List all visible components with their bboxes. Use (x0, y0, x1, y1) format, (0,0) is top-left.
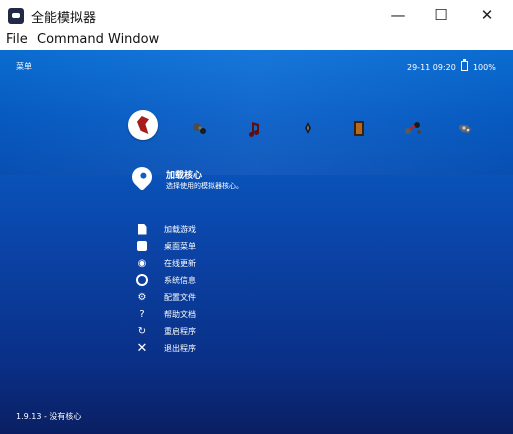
restart-icon: ↻ (137, 325, 147, 337)
version-status: 1.9.13 - 没有核心 (16, 412, 82, 421)
menu-item-help-docs[interactable]: ? 帮助文档 (136, 306, 356, 322)
menu-item-config-file[interactable]: ⚙ 配置文件 (136, 289, 356, 305)
menu-command[interactable]: Command (37, 32, 104, 47)
menu-item-online-update[interactable]: ◉ 在线更新 (136, 255, 356, 271)
menu-item-label: 在线更新 (164, 258, 196, 268)
menu-item-restart[interactable]: ↻ 重启程序 (136, 323, 356, 339)
menu-header-label: 菜单 (16, 62, 32, 71)
music-category-icon[interactable] (242, 116, 266, 140)
app-logo-icon (8, 8, 24, 24)
menu-item-system-info[interactable]: 系统信息 (136, 272, 356, 288)
window-title: 全能模拟器 (31, 11, 97, 26)
battery-icon (461, 59, 469, 71)
main-category-icon[interactable] (128, 110, 158, 140)
close-button[interactable]: ✕ (472, 4, 502, 26)
menu-item-label: 加载游戏 (164, 224, 196, 234)
menu-item-label: 系统信息 (164, 275, 196, 285)
app-window: 全能模拟器 — ☐ ✕ File Command Window 菜单 29-11… (0, 0, 513, 434)
menu-item-label: 配置文件 (164, 292, 196, 302)
menu-item-load-game[interactable]: 加载游戏 (136, 221, 356, 237)
datetime-label: 29-11 09:20 (407, 63, 456, 72)
menu-item-desktop-menu[interactable]: 桌面菜单 (136, 238, 356, 254)
book-category-icon[interactable] (347, 116, 371, 140)
settings-category-icon[interactable] (188, 116, 212, 140)
config-icon: ⚙ (137, 291, 147, 303)
help-icon: ? (139, 308, 145, 320)
battery-label: 100% (472, 63, 496, 72)
menu-item-exit[interactable]: ✕ 退出程序 (136, 340, 356, 356)
status-area: 29-11 09:20 100% (407, 59, 496, 72)
menu-bar: File Command Window (0, 31, 513, 50)
menu-item-label: 桌面菜单 (164, 241, 196, 251)
update-icon: ◉ (137, 257, 147, 269)
video-category-icon[interactable] (296, 116, 320, 140)
controller-category-icon[interactable] (454, 116, 478, 140)
desktop-menu-icon (136, 240, 148, 252)
menu-item-label: 帮助文档 (164, 309, 196, 319)
document-icon (136, 223, 148, 235)
retroarch-menu: 菜单 29-11 09:20 100% 加载核心 选择使用的模拟器核心。 加载游… (0, 50, 513, 434)
menu-item-label: 重启程序 (164, 326, 196, 336)
load-core-description: 选择使用的模拟器核心。 (166, 182, 243, 190)
menu-item-label: 退出程序 (164, 343, 196, 353)
menu-file[interactable]: File (6, 32, 28, 47)
close-icon: ✕ (136, 340, 148, 356)
minimize-button[interactable]: — (383, 4, 413, 26)
maximize-button[interactable]: ☐ (426, 4, 456, 26)
load-core-title[interactable]: 加载核心 (166, 168, 202, 181)
rocket-icon (127, 162, 157, 192)
network-category-icon[interactable] (401, 116, 425, 140)
info-icon (136, 274, 148, 286)
title-bar[interactable]: 全能模拟器 — ☐ ✕ (0, 0, 513, 31)
menu-window[interactable]: Window (108, 32, 159, 47)
